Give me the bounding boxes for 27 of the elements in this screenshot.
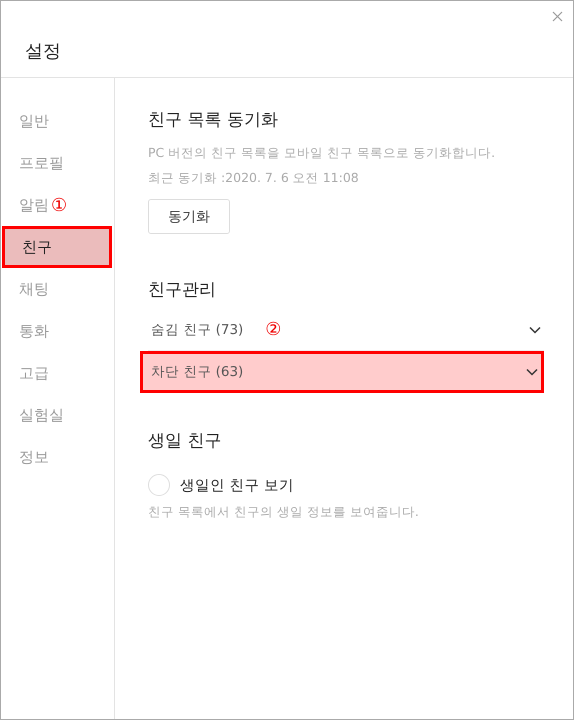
chevron-down-icon[interactable]	[529, 326, 541, 334]
section-title: 생일 친구	[148, 430, 222, 452]
sidebar-item[interactable]: 통화	[1, 310, 49, 352]
section-title: 친구 목록 동기화	[148, 109, 279, 131]
description-text: PC 버전의 친구 목록을 모바일 친구 목록으로 동기화합니다.	[148, 145, 496, 162]
radio-button[interactable]	[148, 474, 170, 496]
row-label: 차단 친구 (63)	[151, 363, 244, 381]
row-label: 숨김 친구 (73)	[151, 320, 244, 338]
annotation-number: ②	[265, 319, 282, 340]
sidebar-item[interactable]: 고급	[1, 352, 49, 394]
sidebar-item[interactable]: 실험실	[1, 394, 64, 436]
sync-button[interactable]: 동기화	[148, 199, 230, 234]
sidebar-item[interactable]: 정보	[1, 436, 49, 478]
sidebar-item[interactable]: 채팅	[1, 268, 49, 310]
annotation-number: ①	[51, 194, 68, 216]
description-text: 친구 목록에서 친구의 생일 정보를 보여줍니다.	[148, 504, 420, 521]
sidebar-item[interactable]: 알림	[1, 184, 49, 226]
sidebar-item[interactable]: 친구	[2, 226, 112, 268]
close-icon[interactable]	[552, 11, 563, 22]
option-label: 생일인 친구 보기	[180, 476, 294, 494]
last-sync-text: 최근 동기화 :2020. 7. 6 오전 11:08	[148, 170, 360, 187]
section-title: 친구관리	[148, 279, 217, 301]
sidebar-item[interactable]: 프로필	[1, 142, 64, 184]
sidebar-item[interactable]: 일반	[1, 100, 49, 142]
window-title: 설정	[24, 40, 61, 64]
chevron-down-icon[interactable]	[526, 368, 538, 376]
friend-list-row[interactable]: 차단 친구 (63)	[140, 351, 544, 393]
